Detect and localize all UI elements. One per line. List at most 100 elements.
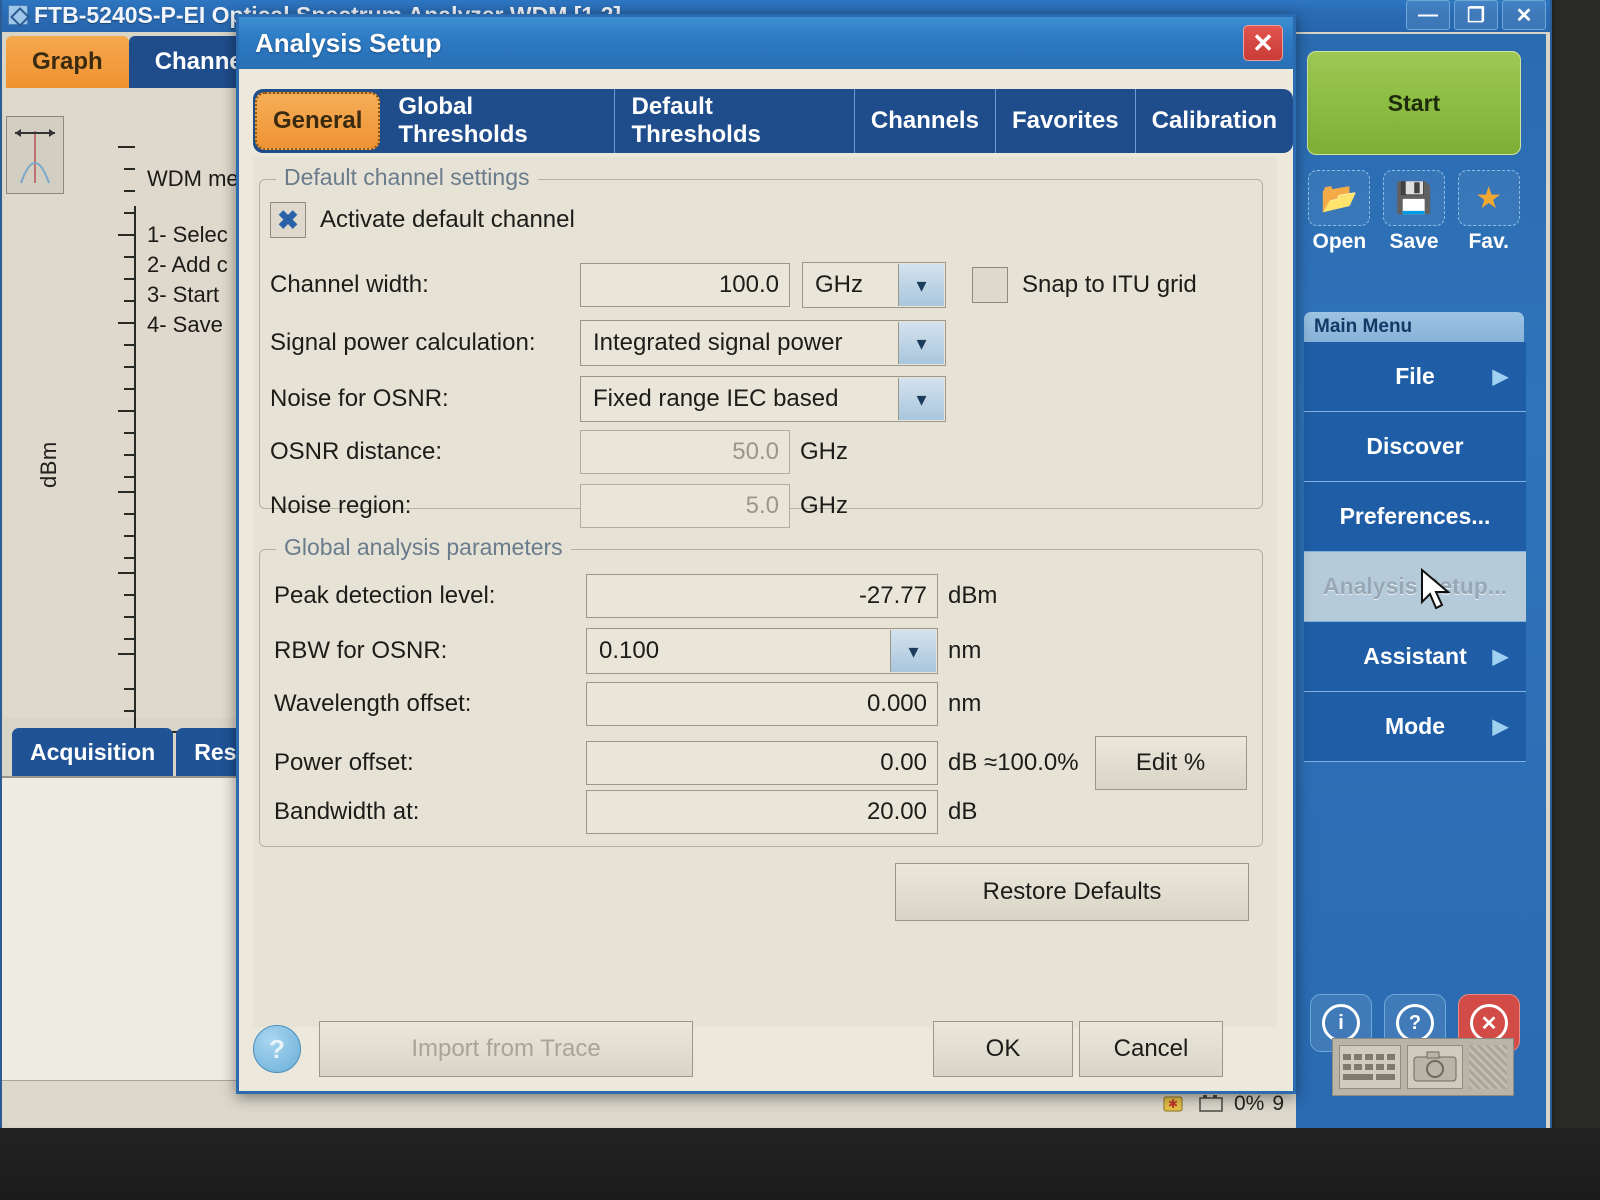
noise-region-input: 5.0 xyxy=(580,484,790,528)
axis-tick xyxy=(124,535,135,537)
tab-calibration[interactable]: Calibration xyxy=(1136,89,1293,153)
start-button[interactable]: Start xyxy=(1307,51,1521,155)
signal-power-calculation-value: Integrated signal power xyxy=(593,329,843,356)
dialog-body: Default channel settings ✖ Activate defa… xyxy=(253,157,1277,1027)
favorites-button[interactable]: ★ Fav. xyxy=(1456,170,1521,254)
main-menu-header: Main Menu xyxy=(1304,312,1524,342)
peak-detection-level-input[interactable]: -27.77 xyxy=(586,574,938,618)
status-counter: 9 xyxy=(1272,1091,1284,1115)
tab-channels[interactable]: Channels xyxy=(855,89,996,153)
channel-width-unit-value: GHz xyxy=(815,271,863,298)
close-app-icon: ✕ xyxy=(1470,1004,1508,1042)
minimize-button[interactable]: — xyxy=(1406,0,1450,30)
activate-default-channel-checkbox[interactable]: ✖ xyxy=(270,202,306,238)
analysis-setup-dialog: Analysis Setup ✕ General Global Threshol… xyxy=(236,14,1296,1094)
activate-default-channel-row[interactable]: ✖ Activate default channel xyxy=(270,202,575,238)
menu-item-mode[interactable]: Mode ▶ xyxy=(1304,692,1526,762)
chevron-down-icon[interactable]: ▾ xyxy=(898,264,944,306)
restore-defaults-button[interactable]: Restore Defaults xyxy=(895,863,1249,921)
menu-item-assistant[interactable]: Assistant ▶ xyxy=(1304,622,1526,692)
wavelength-offset-input[interactable]: 0.000 xyxy=(586,682,938,726)
dialog-footer: ? Import from Trace OK Cancel xyxy=(253,1019,1277,1079)
channel-width-input[interactable]: 100.0 xyxy=(580,263,790,307)
save-label: Save xyxy=(1389,230,1439,253)
rbw-for-osnr-value: 0.100 xyxy=(599,637,660,664)
device-bezel: TTINSTRUMENTS www.ttinstruments.com xyxy=(0,1128,1600,1200)
tab-favorites[interactable]: Favorites xyxy=(996,89,1136,153)
channel-width-row: Channel width: 100.0 GHz ▾ Snap to ITU g… xyxy=(270,262,1254,308)
axis-tick xyxy=(118,572,135,574)
default-channel-settings-group: Default channel settings ✖ Activate defa… xyxy=(259,164,1263,528)
rbw-for-osnr-select[interactable]: 0.100 ▾ xyxy=(586,628,938,674)
tab-global-thresholds[interactable]: Global Thresholds xyxy=(382,89,616,153)
signal-power-calculation-row: Signal power calculation: Integrated sig… xyxy=(270,320,946,366)
favorites-label: Fav. xyxy=(1468,230,1509,253)
bandwidth-at-input[interactable]: 20.00 xyxy=(586,790,938,834)
bandwidth-at-label: Bandwidth at: xyxy=(274,798,420,825)
group-title-default-channel: Default channel settings xyxy=(276,164,538,191)
peak-detection-level-unit: dBm xyxy=(948,582,998,609)
power-offset-input[interactable]: 0.00 xyxy=(586,741,938,785)
graph-overlay-line: 4- Save xyxy=(147,312,223,337)
axis-tick xyxy=(118,653,135,655)
cancel-button[interactable]: Cancel xyxy=(1079,1021,1223,1077)
axis-tick xyxy=(124,513,135,515)
menu-item-label: Discover xyxy=(1366,433,1464,459)
axis-tick xyxy=(124,256,135,258)
bandwidth-at-unit: dB xyxy=(948,798,978,825)
onscreen-keyboard-icon[interactable] xyxy=(1339,1045,1401,1089)
noise-region-label: Noise region: xyxy=(270,492,412,519)
menu-item-discover[interactable]: Discover xyxy=(1304,412,1526,482)
tab-graph[interactable]: Graph xyxy=(6,36,129,88)
axis-tick xyxy=(124,168,135,170)
power-offset-unit: dB ≈100.0% xyxy=(948,749,1079,776)
edit-percent-button[interactable]: Edit % xyxy=(1094,736,1247,790)
menu-item-preferences[interactable]: Preferences... xyxy=(1304,482,1526,552)
noise-region-unit: GHz xyxy=(800,492,848,519)
menu-item-file[interactable]: File ▶ xyxy=(1304,342,1526,412)
help-icon[interactable]: ? xyxy=(253,1025,301,1073)
tab-general[interactable]: General xyxy=(255,92,381,150)
chevron-down-icon[interactable]: ▾ xyxy=(890,630,936,672)
save-button[interactable]: 💾 Save xyxy=(1382,170,1447,254)
chevron-right-icon: ▶ xyxy=(1492,716,1508,738)
menu-item-analysis-setup[interactable]: Analysis Setup... xyxy=(1304,552,1526,622)
channel-width-unit-select[interactable]: GHz ▾ xyxy=(802,262,946,308)
wavelength-offset-unit: nm xyxy=(948,690,982,717)
menu-item-label: Preferences... xyxy=(1339,503,1491,529)
axis-tick xyxy=(118,146,135,148)
dialog-title: Analysis Setup xyxy=(255,27,442,58)
peak-detection-level-label: Peak detection level: xyxy=(274,582,496,609)
menu-item-label: File xyxy=(1395,363,1435,389)
device-screen: FTB-5240S-P-EI Optical Spectrum Analyzer… xyxy=(0,0,1600,1200)
open-label: Open xyxy=(1312,230,1367,253)
noise-for-osnr-select[interactable]: Fixed range IEC based ▾ xyxy=(580,376,946,422)
floppy-disk-icon: 💾 xyxy=(1383,170,1445,226)
axis-tick xyxy=(124,212,135,214)
window-controls: — ❐ ✕ xyxy=(1406,0,1546,30)
close-button[interactable]: ✕ xyxy=(1502,0,1546,30)
ok-button[interactable]: OK xyxy=(933,1021,1073,1077)
osnr-distance-label: OSNR distance: xyxy=(270,438,443,465)
wavelength-offset-row: Wavelength offset: 0.000 nm xyxy=(274,682,981,726)
screenshot-camera-icon[interactable] xyxy=(1407,1045,1463,1089)
axis-tick xyxy=(124,432,135,434)
dialog-close-button[interactable]: ✕ xyxy=(1243,25,1283,61)
chevron-right-icon: ▶ xyxy=(1492,646,1508,668)
restore-button[interactable]: ❐ xyxy=(1454,0,1498,30)
axis-tick xyxy=(124,557,135,559)
peak-width-icon[interactable] xyxy=(6,116,64,194)
tab-acquisition[interactable]: Acquisition xyxy=(12,728,174,776)
chevron-down-icon[interactable]: ▾ xyxy=(898,322,944,364)
info-icon: i xyxy=(1322,1004,1360,1042)
import-from-trace-button: Import from Trace xyxy=(319,1021,693,1077)
chevron-down-icon[interactable]: ▾ xyxy=(898,378,944,420)
application-icon xyxy=(8,5,28,25)
osnr-distance-row: OSNR distance: 50.0 GHz xyxy=(270,430,848,474)
open-button[interactable]: 📂 Open xyxy=(1307,170,1372,254)
battery-icon xyxy=(1198,1092,1226,1116)
osnr-distance-unit: GHz xyxy=(800,438,848,465)
snap-to-itu-grid-checkbox[interactable] xyxy=(972,267,1008,303)
tab-default-thresholds[interactable]: Default Thresholds xyxy=(615,89,855,153)
signal-power-calculation-select[interactable]: Integrated signal power ▾ xyxy=(580,320,946,366)
